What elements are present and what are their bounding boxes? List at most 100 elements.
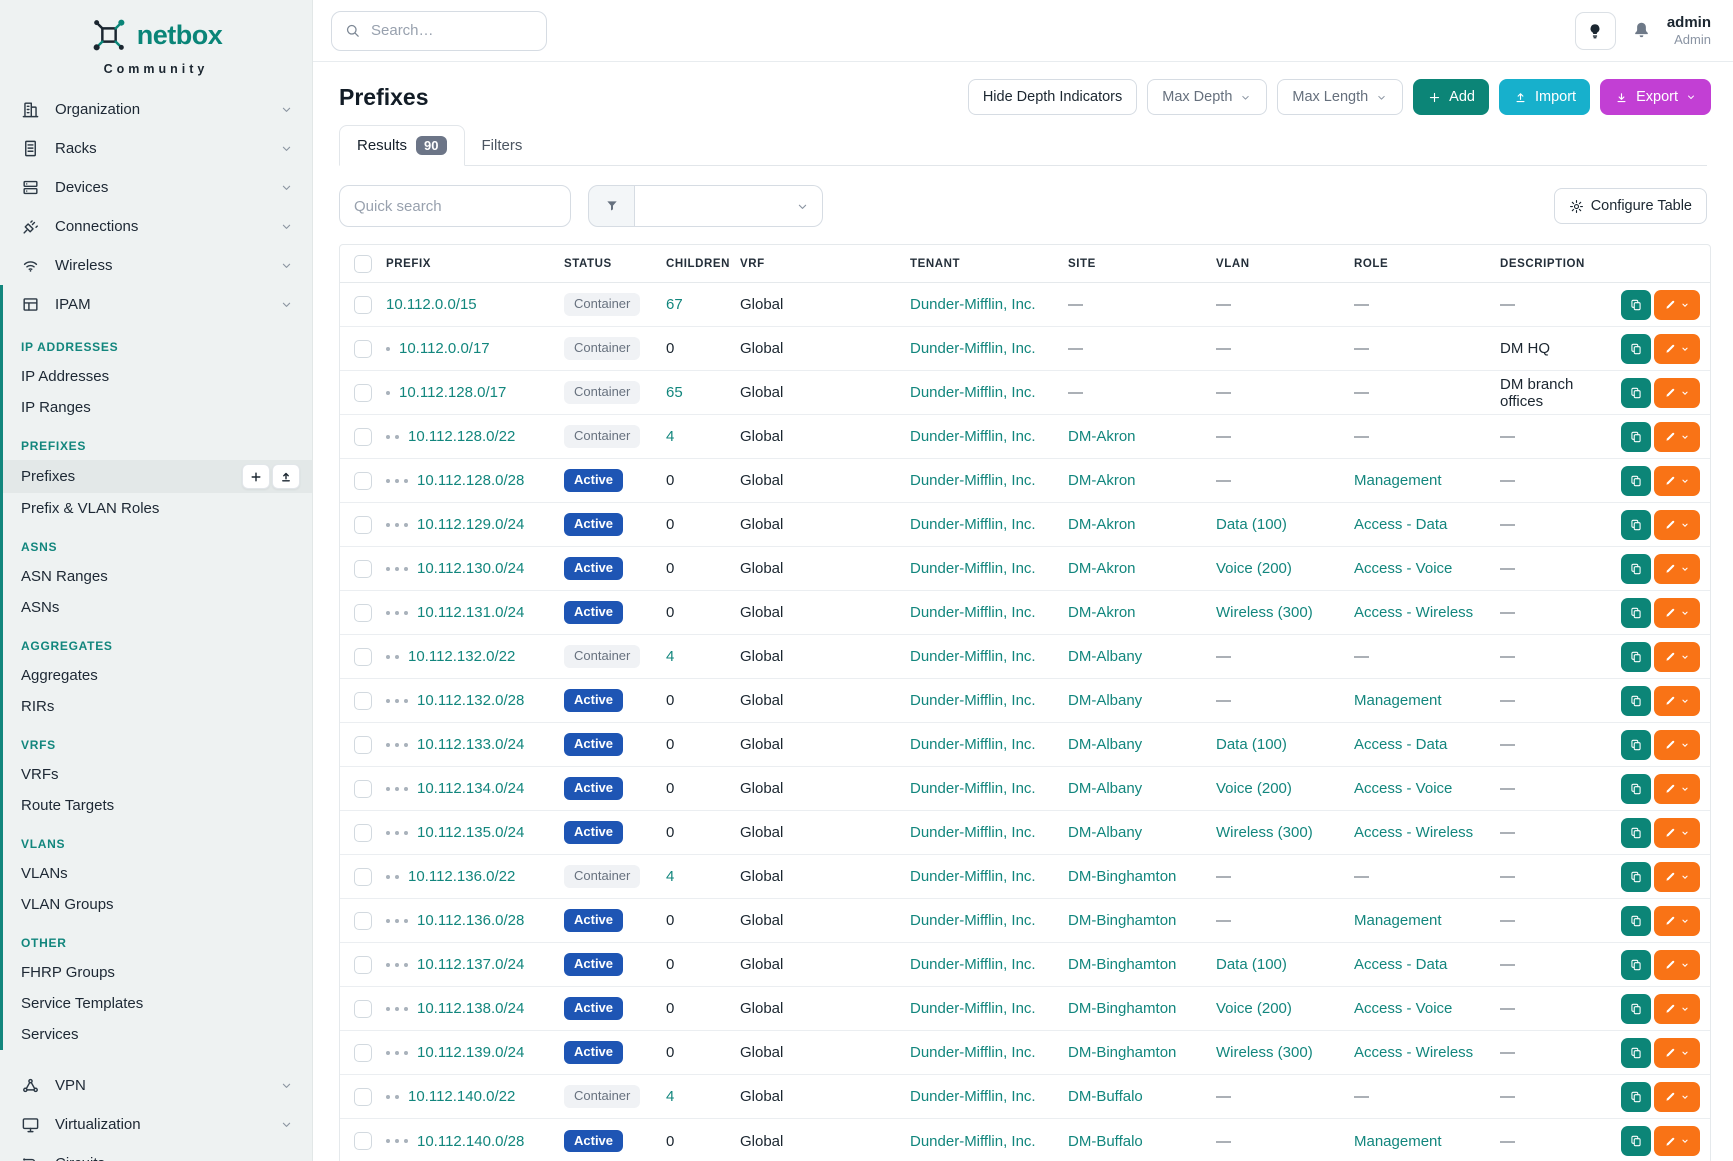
- vlan-link[interactable]: Data (100): [1216, 516, 1287, 533]
- row-checkbox[interactable]: [354, 296, 372, 314]
- site-link[interactable]: DM-Akron: [1068, 472, 1136, 489]
- max-length-dropdown[interactable]: Max Length: [1277, 79, 1403, 115]
- tenant-link[interactable]: Dunder-Mifflin, Inc.: [910, 692, 1036, 709]
- tenant-link[interactable]: Dunder-Mifflin, Inc.: [910, 824, 1036, 841]
- vlan-link[interactable]: Voice (200): [1216, 1000, 1292, 1017]
- copy-button[interactable]: [1621, 774, 1651, 804]
- sidebar-item-vpn[interactable]: VPN: [0, 1066, 312, 1105]
- prefix-link[interactable]: 10.112.132.0/28: [417, 692, 524, 709]
- tenant-link[interactable]: Dunder-Mifflin, Inc.: [910, 780, 1036, 797]
- site-link[interactable]: DM-Akron: [1068, 604, 1136, 621]
- copy-button[interactable]: [1621, 510, 1651, 540]
- tenant-link[interactable]: Dunder-Mifflin, Inc.: [910, 384, 1036, 401]
- sidebar-item-wireless[interactable]: Wireless: [0, 246, 312, 285]
- row-checkbox[interactable]: [354, 824, 372, 842]
- sidebar-item-fhrp-groups[interactable]: FHRP Groups: [3, 957, 312, 988]
- sidebar-item-prefixes[interactable]: Prefixes: [3, 460, 312, 493]
- prefix-link[interactable]: 10.112.128.0/17: [399, 384, 506, 401]
- role-link[interactable]: Management: [1354, 472, 1442, 489]
- sidebar-item-devices[interactable]: Devices: [0, 168, 312, 207]
- prefix-link[interactable]: 10.112.131.0/24: [417, 604, 524, 621]
- global-search-input[interactable]: [371, 22, 570, 39]
- quick-search-input[interactable]: [339, 185, 571, 227]
- filter-button[interactable]: [588, 185, 635, 227]
- row-checkbox[interactable]: [354, 868, 372, 886]
- sidebar-item-circuits[interactable]: Circuits: [0, 1144, 312, 1161]
- copy-button[interactable]: [1621, 598, 1651, 628]
- prefix-link[interactable]: 10.112.137.0/24: [417, 956, 524, 973]
- row-checkbox[interactable]: [354, 956, 372, 974]
- tenant-link[interactable]: Dunder-Mifflin, Inc.: [910, 1133, 1036, 1150]
- hide-depth-indicators-button[interactable]: Hide Depth Indicators: [968, 79, 1137, 115]
- role-link[interactable]: Access - Wireless: [1354, 1044, 1473, 1061]
- vlan-link[interactable]: Wireless (300): [1216, 824, 1313, 841]
- prefix-link[interactable]: 10.112.132.0/22: [408, 648, 515, 665]
- copy-button[interactable]: [1621, 378, 1651, 408]
- export-button[interactable]: Export: [1600, 79, 1711, 115]
- tenant-link[interactable]: Dunder-Mifflin, Inc.: [910, 868, 1036, 885]
- tenant-link[interactable]: Dunder-Mifflin, Inc.: [910, 604, 1036, 621]
- tenant-link[interactable]: Dunder-Mifflin, Inc.: [910, 340, 1036, 357]
- vlan-link[interactable]: Data (100): [1216, 956, 1287, 973]
- tenant-link[interactable]: Dunder-Mifflin, Inc.: [910, 560, 1036, 577]
- theme-toggle-button[interactable]: [1575, 12, 1616, 50]
- row-checkbox[interactable]: [354, 560, 372, 578]
- edit-button[interactable]: [1654, 378, 1700, 408]
- tenant-link[interactable]: Dunder-Mifflin, Inc.: [910, 1000, 1036, 1017]
- row-checkbox[interactable]: [354, 1044, 372, 1062]
- role-link[interactable]: Access - Wireless: [1354, 824, 1473, 841]
- copy-button[interactable]: [1621, 334, 1651, 364]
- user-menu[interactable]: admin Admin: [1667, 14, 1711, 48]
- edit-button[interactable]: [1654, 1038, 1700, 1068]
- copy-button[interactable]: [1621, 290, 1651, 320]
- configure-table-button[interactable]: Configure Table: [1554, 188, 1707, 224]
- edit-button[interactable]: [1654, 554, 1700, 584]
- edit-button[interactable]: [1654, 818, 1700, 848]
- vlan-link[interactable]: Voice (200): [1216, 560, 1292, 577]
- row-checkbox[interactable]: [354, 516, 372, 534]
- sidebar-item-services[interactable]: Services: [3, 1019, 312, 1050]
- vlan-link[interactable]: Data (100): [1216, 736, 1287, 753]
- role-link[interactable]: Access - Data: [1354, 736, 1447, 753]
- tenant-link[interactable]: Dunder-Mifflin, Inc.: [910, 956, 1036, 973]
- add-quick-button[interactable]: [242, 464, 270, 489]
- prefix-link[interactable]: 10.112.128.0/28: [417, 472, 524, 489]
- edit-button[interactable]: [1654, 334, 1700, 364]
- children-count-link[interactable]: 4: [666, 1088, 674, 1105]
- row-checkbox[interactable]: [354, 384, 372, 402]
- row-checkbox[interactable]: [354, 648, 372, 666]
- prefix-link[interactable]: 10.112.0.0/17: [399, 340, 490, 357]
- sidebar-item-aggregates[interactable]: Aggregates: [3, 660, 312, 691]
- edit-button[interactable]: [1654, 950, 1700, 980]
- row-checkbox[interactable]: [354, 736, 372, 754]
- role-link[interactable]: Management: [1354, 1133, 1442, 1150]
- copy-button[interactable]: [1621, 1082, 1651, 1112]
- children-count-link[interactable]: 67: [666, 296, 683, 313]
- edit-button[interactable]: [1654, 1126, 1700, 1156]
- copy-button[interactable]: [1621, 554, 1651, 584]
- vlan-link[interactable]: Wireless (300): [1216, 604, 1313, 621]
- site-link[interactable]: DM-Binghamton: [1068, 1000, 1176, 1017]
- sidebar-item-racks[interactable]: Racks: [0, 129, 312, 168]
- children-count-link[interactable]: 65: [666, 384, 683, 401]
- site-link[interactable]: DM-Akron: [1068, 560, 1136, 577]
- edit-button[interactable]: [1654, 290, 1700, 320]
- edit-button[interactable]: [1654, 686, 1700, 716]
- copy-button[interactable]: [1621, 906, 1651, 936]
- copy-button[interactable]: [1621, 994, 1651, 1024]
- sidebar-item-ip-addresses[interactable]: IP Addresses: [3, 361, 312, 392]
- children-count-link[interactable]: 4: [666, 428, 674, 445]
- copy-button[interactable]: [1621, 950, 1651, 980]
- vlan-link[interactable]: Wireless (300): [1216, 1044, 1313, 1061]
- prefix-link[interactable]: 10.112.135.0/24: [417, 824, 524, 841]
- edit-button[interactable]: [1654, 730, 1700, 760]
- prefix-link[interactable]: 10.112.128.0/22: [408, 428, 515, 445]
- prefix-link[interactable]: 10.112.133.0/24: [417, 736, 524, 753]
- copy-button[interactable]: [1621, 642, 1651, 672]
- sidebar-item-vrfs[interactable]: VRFs: [3, 759, 312, 790]
- children-count-link[interactable]: 4: [666, 648, 674, 665]
- row-checkbox[interactable]: [354, 692, 372, 710]
- edit-button[interactable]: [1654, 862, 1700, 892]
- copy-button[interactable]: [1621, 466, 1651, 496]
- site-link[interactable]: DM-Albany: [1068, 824, 1142, 841]
